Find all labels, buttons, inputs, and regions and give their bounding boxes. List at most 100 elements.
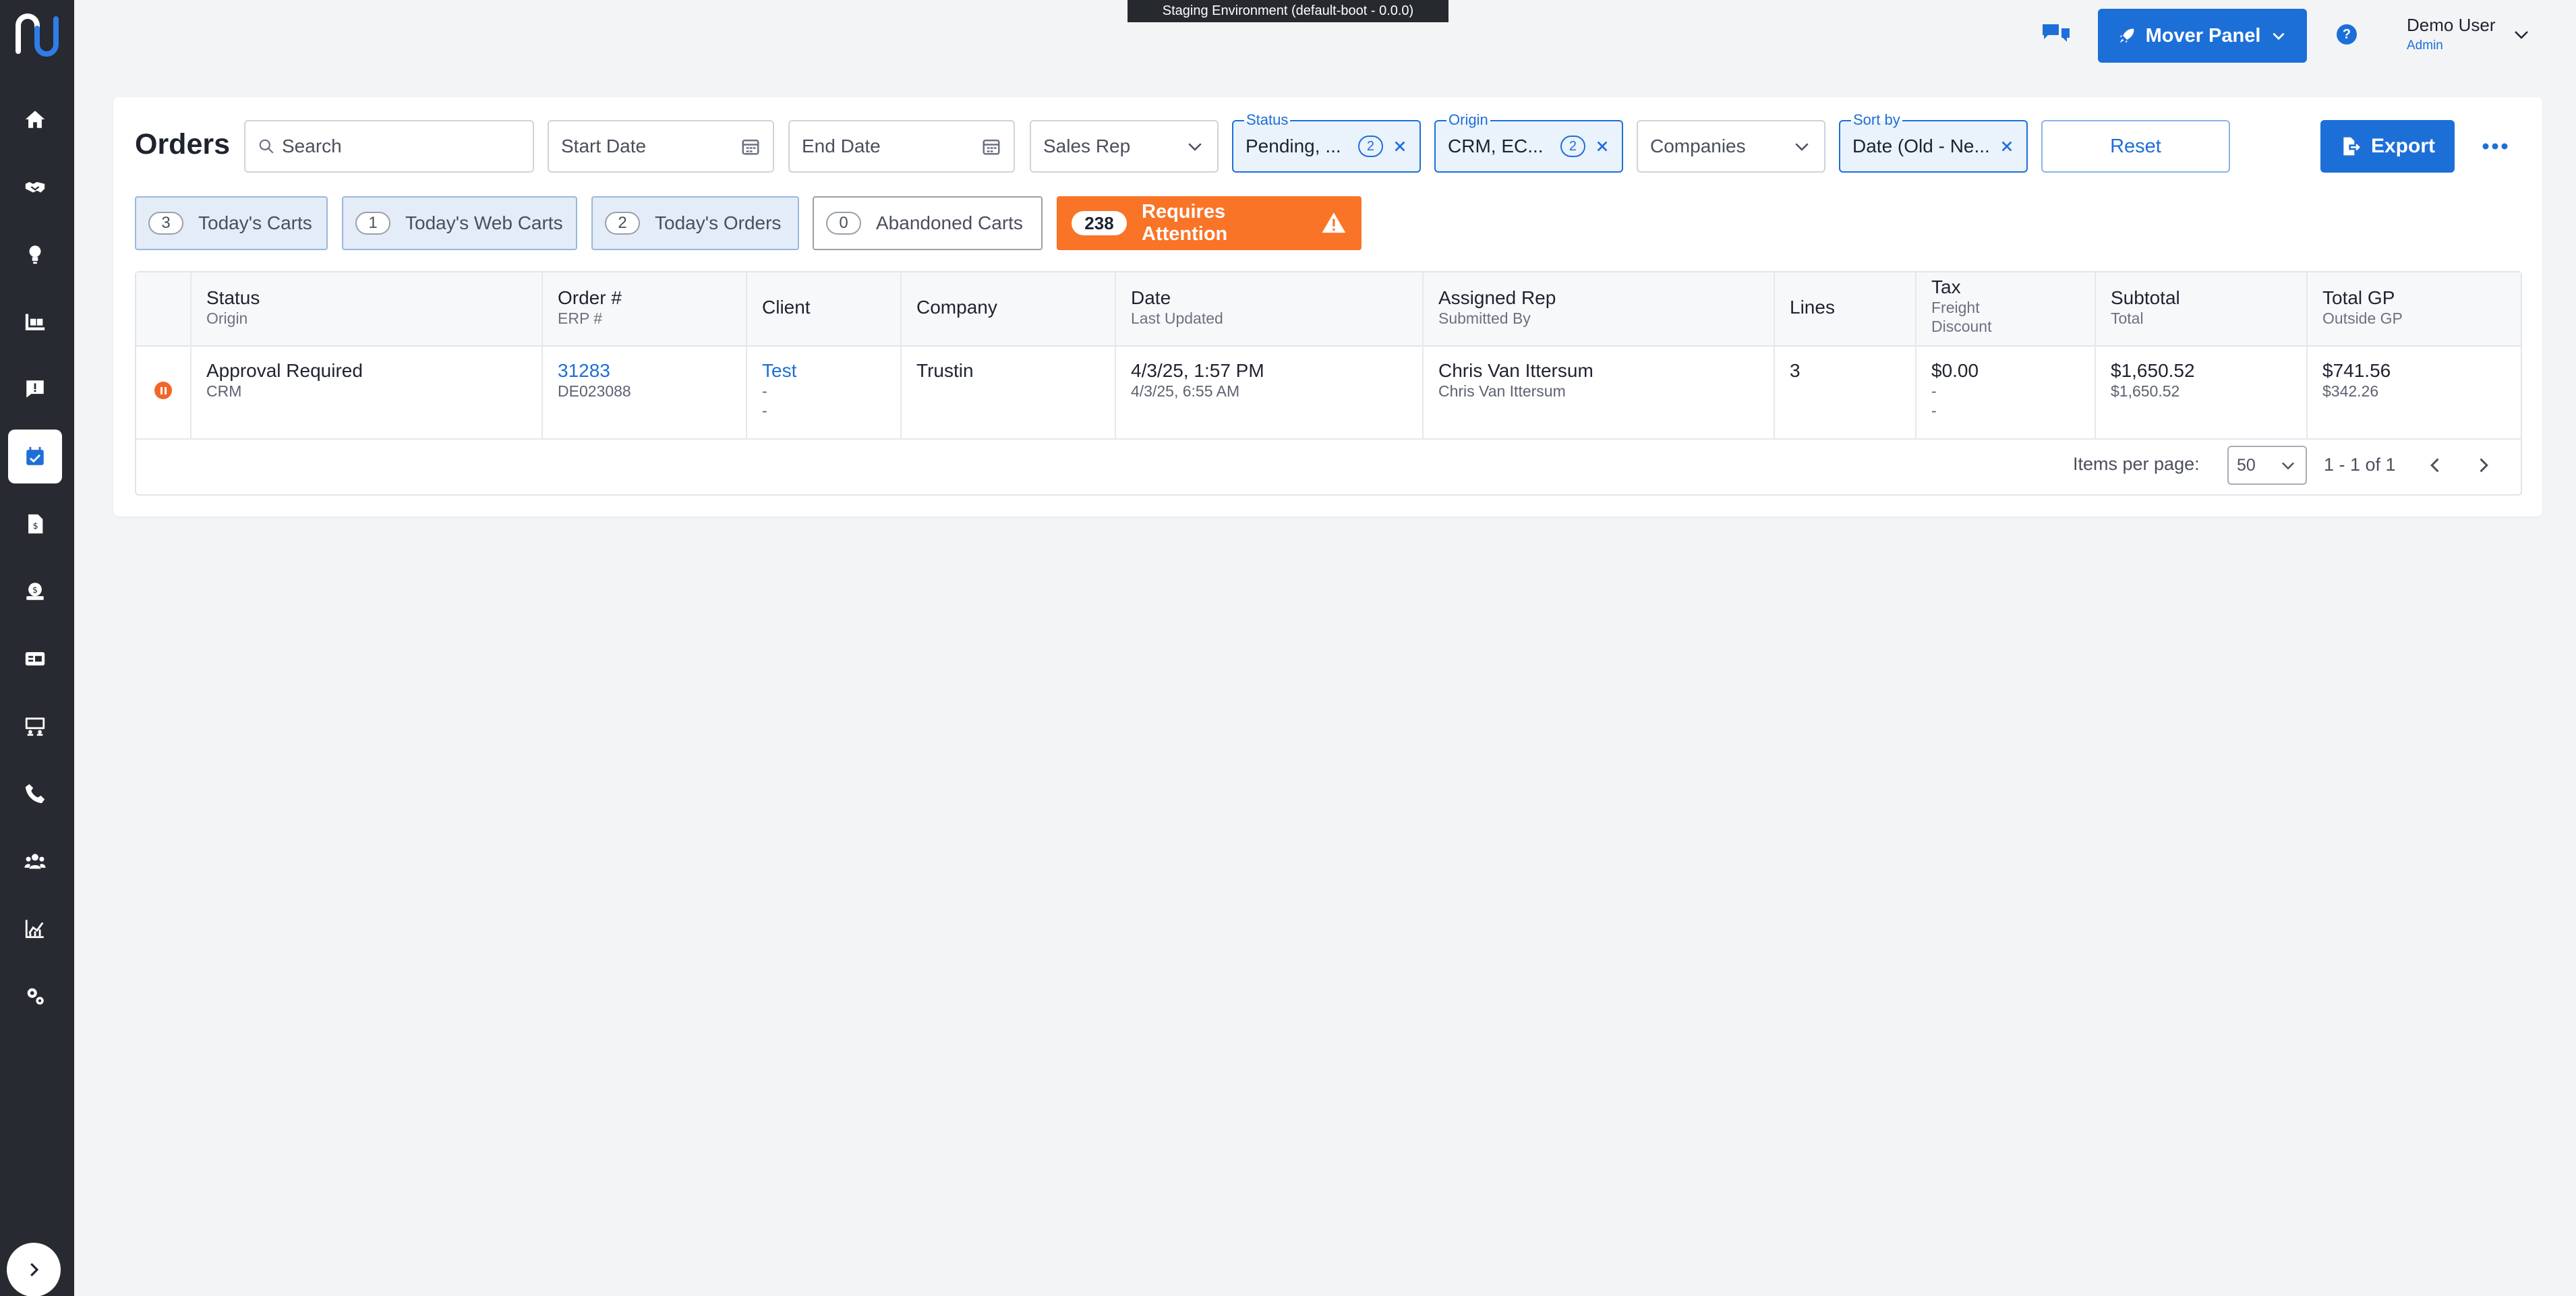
sidebar-item-warehouse[interactable] — [8, 295, 62, 349]
quick-filter-todays-web-carts[interactable]: 1 Today's Web Carts — [342, 196, 577, 250]
reset-button[interactable]: Reset — [2041, 120, 2230, 173]
client-link[interactable]: Test — [762, 360, 796, 381]
companies-placeholder: Companies — [1650, 136, 1746, 156]
sidebar: $ $ — [0, 0, 74, 1296]
quick-filter-count: 3 — [148, 212, 183, 235]
clear-sort-icon[interactable] — [1999, 139, 2014, 154]
sidebar-item-reports[interactable] — [8, 902, 62, 955]
quick-filter-todays-carts[interactable]: 3 Today's Carts — [135, 196, 328, 250]
rocket-icon — [2119, 28, 2134, 43]
column-header-lines[interactable]: Lines — [1790, 297, 1835, 318]
calendar-icon[interactable] — [981, 136, 1001, 156]
lightbulb-icon — [29, 245, 41, 264]
cell-order-number: 31283 DE023088 — [558, 360, 631, 400]
cell-assigned-rep: Chris Van Ittersum Chris Van Ittersum — [1438, 360, 1593, 400]
user-role: Admin — [2407, 38, 2443, 53]
user-menu-chevron-down-icon[interactable] — [2512, 28, 2531, 42]
sidebar-item-contacts[interactable] — [8, 632, 62, 686]
chevron-right-icon — [30, 1263, 39, 1276]
column-header-assigned-rep[interactable]: Assigned Rep Submitted By — [1438, 287, 1556, 328]
sidebar-item-deals[interactable] — [8, 160, 62, 214]
user-menu[interactable]: Demo User Admin — [2407, 15, 2495, 53]
column-header-company[interactable]: Company — [916, 297, 997, 318]
cell-date: 4/3/25, 1:57 PM 4/3/25, 6:55 AM — [1131, 360, 1264, 400]
app-logo[interactable] — [10, 8, 64, 62]
quick-filter-count: 238 — [1072, 211, 1127, 235]
export-button[interactable]: Export — [2320, 120, 2455, 173]
column-header-tax[interactable]: Tax Freight Discount — [1931, 276, 1991, 336]
sidebar-item-messages[interactable] — [8, 362, 62, 416]
clear-status-icon[interactable] — [1393, 139, 1407, 154]
sidebar-item-invoices[interactable]: $ — [8, 497, 62, 551]
items-per-page-label: Items per page: — [2073, 454, 2200, 474]
search-input[interactable]: Search — [244, 120, 534, 173]
warehouse-icon — [25, 314, 45, 330]
sidebar-item-team[interactable] — [8, 834, 62, 888]
mover-panel-label: Mover Panel — [2145, 24, 2261, 47]
quick-filter-label: Requires Attention — [1142, 201, 1228, 245]
status-legend: Status — [1244, 111, 1291, 129]
quick-filter-todays-orders[interactable]: 2 Today's Orders — [591, 196, 799, 250]
users-icon — [24, 854, 46, 869]
quick-filter-count: 2 — [605, 212, 640, 235]
sidebar-item-training[interactable] — [8, 699, 62, 753]
chevron-down-icon — [2273, 32, 2285, 40]
quick-filter-requires-attention[interactable]: 238 Requires Attention — [1057, 196, 1362, 250]
mover-panel-button[interactable]: Mover Panel — [2098, 9, 2307, 63]
search-placeholder: Search — [282, 136, 342, 156]
items-per-page-value: 50 — [2237, 455, 2256, 475]
phone-icon — [25, 784, 45, 804]
chevron-down-icon — [1188, 143, 1202, 151]
svg-text:$: $ — [32, 585, 38, 595]
order-number-link[interactable]: 31283 — [558, 360, 610, 381]
start-date-field[interactable]: Start Date — [548, 120, 774, 173]
column-header-status[interactable]: Status Origin — [206, 287, 260, 328]
chat-icon — [2043, 24, 2070, 42]
sidebar-item-calls[interactable] — [8, 767, 62, 821]
chevron-down-icon — [2282, 462, 2294, 470]
calendar-check-icon — [26, 446, 44, 465]
svg-text:$: $ — [33, 521, 38, 531]
status-filter[interactable]: Status Pending, ... 2 — [1232, 111, 1421, 173]
column-header-order-number[interactable]: Order # ERP # — [558, 287, 622, 328]
sidebar-item-leads[interactable] — [8, 227, 62, 281]
sidebar-item-payments[interactable]: $ — [8, 564, 62, 618]
sidebar-item-orders[interactable] — [8, 430, 62, 483]
clear-origin-icon[interactable] — [1595, 139, 1610, 154]
column-header-total-gp[interactable]: Total GP Outside GP — [2322, 287, 2403, 328]
origin-filter[interactable]: Origin CRM, EC... 2 — [1434, 111, 1623, 173]
user-name: Demo User — [2407, 15, 2496, 35]
presentation-icon — [25, 717, 45, 736]
previous-page-icon[interactable] — [2426, 456, 2445, 475]
sort-by-select[interactable]: Sort by Date (Old - Ne... — [1839, 111, 2028, 173]
sidebar-item-home[interactable] — [8, 92, 62, 146]
next-page-icon[interactable] — [2473, 456, 2492, 475]
quick-filter-label: Today's Carts — [198, 212, 312, 233]
items-per-page-select[interactable]: 50 — [2227, 446, 2307, 485]
column-header-subtotal[interactable]: Subtotal Total — [2111, 287, 2180, 328]
quick-filter-label: Today's Web Carts — [405, 212, 563, 233]
sidebar-expand-button[interactable] — [7, 1243, 61, 1296]
cell-total-gp: $741.56 $342.26 — [2322, 360, 2391, 400]
companies-select[interactable]: Companies — [1637, 120, 1825, 173]
calendar-icon[interactable] — [740, 136, 761, 156]
chat-button[interactable] — [2041, 22, 2071, 49]
column-header-date[interactable]: Date Last Updated — [1131, 287, 1223, 328]
cell-lines: 3 — [1790, 360, 1801, 381]
status-count-badge: 2 — [1357, 136, 1383, 157]
origin-legend: Origin — [1446, 111, 1490, 129]
sidebar-item-settings[interactable] — [8, 969, 62, 1023]
more-options-icon[interactable] — [2479, 135, 2511, 158]
end-date-field[interactable]: End Date — [788, 120, 1015, 173]
search-icon — [259, 139, 274, 154]
sort-by-legend: Sort by — [1851, 111, 1902, 129]
quick-filter-label: Abandoned Carts — [876, 212, 1023, 233]
cell-status: Approval Required CRM — [206, 360, 363, 400]
paused-status-icon — [154, 382, 172, 399]
sales-rep-select[interactable]: Sales Rep — [1030, 120, 1219, 173]
invoice-icon: $ — [28, 514, 43, 534]
quick-filter-abandoned-carts[interactable]: 0 Abandoned Carts — [813, 196, 1043, 250]
column-header-client[interactable]: Client — [762, 297, 811, 318]
end-date-placeholder: End Date — [802, 136, 881, 156]
help-icon[interactable]: ? — [2337, 24, 2357, 45]
